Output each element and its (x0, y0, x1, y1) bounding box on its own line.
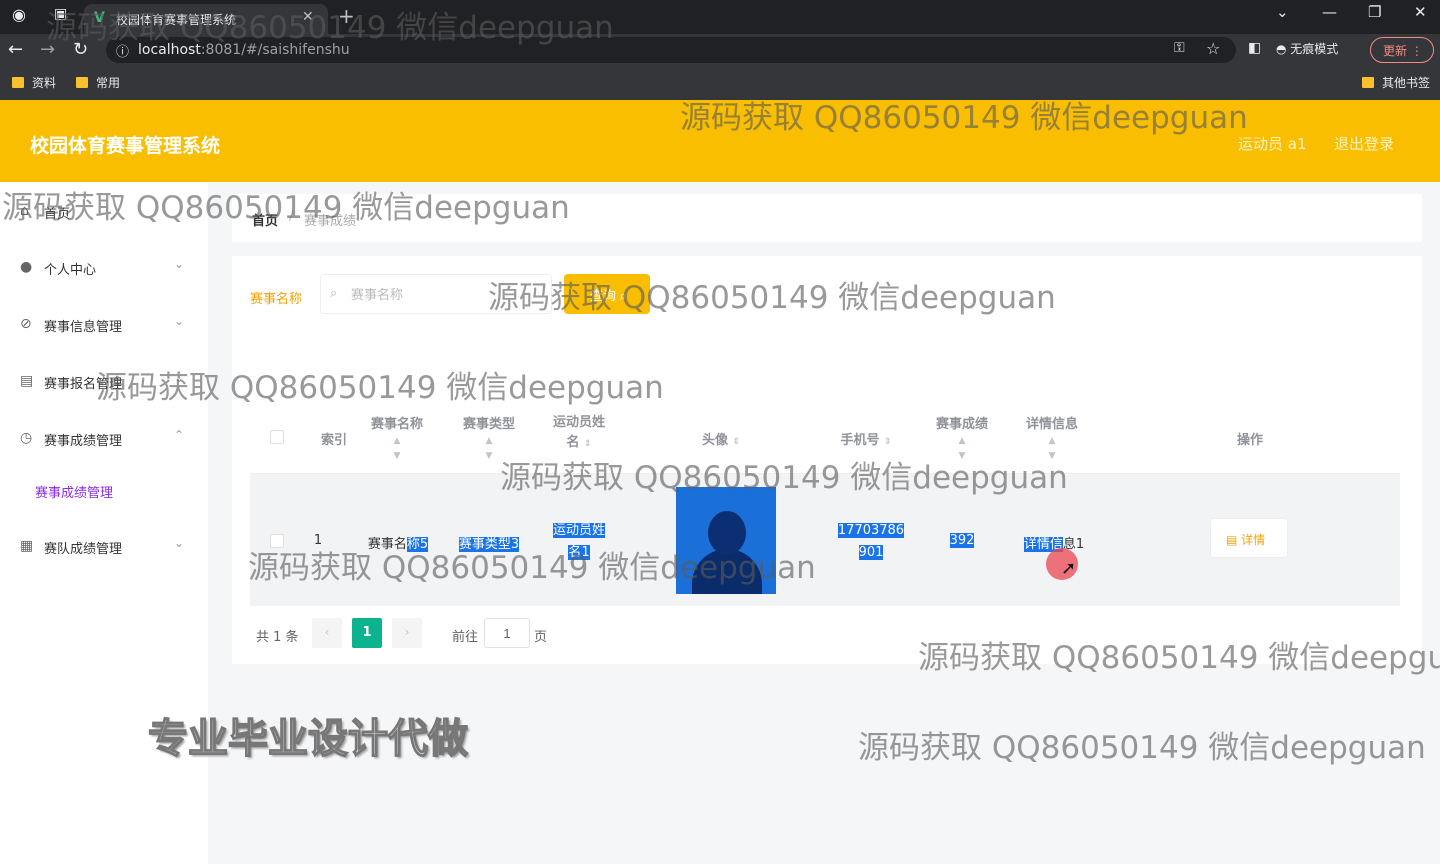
cell-text-selected: 901 (858, 545, 884, 560)
sort-icon[interactable]: ▲ ▼ (394, 436, 401, 461)
chevron-down-icon: ⌄ (174, 314, 185, 328)
page-number-current[interactable]: 1 (352, 618, 382, 648)
watermark-text: 源码获取 QQ86050149 微信deepguan (96, 370, 664, 406)
sidebar-item-team-score[interactable]: ▦ 赛队成绩管理 ⌄ (0, 527, 208, 567)
sidebar-subitem-label: 赛事成绩管理 (35, 486, 114, 501)
tab-list-icon[interactable]: ⌄ (1276, 3, 1289, 21)
header-index: 索引 (320, 433, 347, 448)
current-user-label: 运动员 a1 (1238, 135, 1307, 153)
header-avatar[interactable]: 头像 ⇕ (686, 429, 756, 448)
sidebar-item-label: 赛事成绩管理 (44, 434, 123, 449)
sort-icon[interactable]: ⇕ (884, 437, 892, 447)
other-bookmarks-label: 其他书签 (1382, 76, 1431, 90)
sidebar-subitem-event-score[interactable]: 赛事成绩管理 (0, 471, 208, 511)
header-event-name[interactable]: 赛事名称 ▲ ▼ (362, 413, 432, 462)
update-button[interactable]: 更新 ⋮ (1370, 37, 1434, 63)
incognito-indicator[interactable]: ◓ 无痕模式 (1276, 40, 1338, 57)
header-label: 运动员姓 (552, 415, 605, 430)
detail-button-label: 详情 (1241, 533, 1266, 547)
header-label: 赛事名称 (370, 417, 423, 432)
prev-page-button[interactable]: ‹ (312, 618, 342, 648)
cell-text-selected: 运动员姓 (552, 523, 605, 538)
header-label: 赛事成绩 (935, 417, 988, 432)
header-phone[interactable]: 手机号 ⇕ (826, 429, 906, 448)
chevron-down-icon: ⌄ (174, 257, 185, 271)
folder-icon (1362, 77, 1374, 88)
watermark-text: 源码获取 QQ86050149 微信deepguan (248, 550, 816, 586)
mouse-cursor-icon: ➚ (1061, 558, 1077, 579)
promo-watermark: 专业毕业设计代做 (147, 715, 469, 763)
sidebar-item-event-info[interactable]: ⊘ 赛事信息管理 ⌄ (0, 305, 208, 345)
header-label: 详情信息 (1025, 417, 1078, 432)
goto-label: 前往 (452, 630, 479, 645)
bookmark-star-icon[interactable]: ☆ (1206, 39, 1220, 58)
bookmark-label: 常用 (96, 76, 121, 90)
cell-text-selected: 17703786 (837, 523, 905, 538)
clipboard-icon: ▤ (20, 373, 34, 389)
header-athlete-name[interactable]: 运动员姓名 ⇕ (544, 413, 614, 454)
pagination: 共 1 条 ‹ 1 › 前往 页 (256, 618, 656, 648)
chevron-up-icon: ⌃ (174, 428, 185, 442)
page-unit-label: 页 (534, 630, 548, 645)
chevron-down-icon: ⌄ (174, 536, 185, 550)
total-count: 共 1 条 (256, 630, 299, 645)
incognito-icon: ◓ (1276, 42, 1291, 56)
sidebar-item-label: 赛事信息管理 (44, 320, 123, 335)
sidebar-item-personal-center[interactable]: ● 个人中心 ⌄ (0, 248, 208, 288)
more-menu-icon[interactable]: ⋮ (1411, 44, 1423, 58)
sidebar-item-event-score[interactable]: ◷ 赛事成绩管理 ⌃ (0, 419, 208, 459)
user-icon: ● (20, 259, 33, 275)
cell-text-selected: 392 (949, 533, 975, 548)
bookmark-folder-ziliao[interactable]: 资料 (12, 74, 56, 91)
cell-score: 392 (940, 533, 984, 548)
compass-icon: ⊘ (20, 316, 32, 332)
next-page-button[interactable]: › (392, 618, 422, 648)
bookmark-label: 资料 (32, 76, 57, 90)
watermark-text: 源码获取 QQ86050149 微信deepguan (918, 640, 1440, 676)
watermark-text: 源码获取 QQ86050149 微信deepguan (680, 100, 1248, 136)
header-action: 操作 (1236, 433, 1263, 448)
folder-icon (12, 77, 24, 88)
incognito-label: 无痕模式 (1290, 42, 1339, 56)
grid-icon: ▦ (20, 538, 34, 554)
watermark-text: 源码获取 QQ86050149 微信deepguan (858, 730, 1426, 766)
select-all-checkbox[interactable] (270, 430, 284, 444)
minimize-icon[interactable]: — (1322, 3, 1337, 21)
detail-button[interactable]: ▤ 详情 (1210, 518, 1288, 558)
logout-link[interactable]: 退出登录 (1334, 133, 1394, 154)
sidebar-item-label: 赛队成绩管理 (44, 542, 123, 557)
folder-icon (76, 77, 88, 88)
update-label: 更新 (1383, 44, 1408, 58)
sort-icon[interactable]: ⇕ (584, 439, 592, 449)
close-window-icon[interactable]: ✕ (1414, 3, 1427, 21)
key-icon[interactable]: ⚿ (1174, 40, 1185, 56)
header-label: 手机号 (840, 433, 880, 448)
side-panel-icon[interactable]: ◧ (1248, 40, 1261, 56)
watermark-text: 源码获取 QQ86050149 微信deepguan (488, 280, 1056, 316)
goto-page-input[interactable] (484, 618, 530, 648)
browser-menu-icon[interactable]: ◉ (12, 5, 26, 24)
back-icon[interactable]: ← (8, 39, 23, 60)
clock-icon: ◷ (20, 430, 33, 446)
watermark-text: 源码获取 QQ86050149 微信deepguan (500, 460, 1068, 496)
sidebar-item-label: 个人中心 (44, 263, 97, 278)
watermark-text: 源码获取 QQ86050149 微信deepguan (46, 10, 614, 46)
document-icon: ▤ (1226, 533, 1238, 547)
header-label: 赛事类型 (462, 417, 515, 432)
header-label: 头像 (701, 433, 728, 448)
header-label: 名 (566, 435, 580, 450)
sort-icon[interactable]: ▲ ▼ (486, 436, 493, 461)
sort-icon[interactable]: ⇕ (733, 437, 741, 447)
bookmark-folder-changyong[interactable]: 常用 (76, 74, 120, 91)
other-bookmarks[interactable]: 其他书签 (1362, 74, 1430, 91)
app-title: 校园体育赛事管理系统 (30, 135, 221, 157)
search-label: 赛事名称 (250, 292, 303, 307)
search-icon: ⌕ (330, 286, 338, 301)
cell-phone: 17703786 901 (834, 520, 908, 564)
restore-icon[interactable]: ❐ (1368, 3, 1381, 21)
watermark-text: 源码获取 QQ86050149 微信deepguan (2, 190, 570, 226)
